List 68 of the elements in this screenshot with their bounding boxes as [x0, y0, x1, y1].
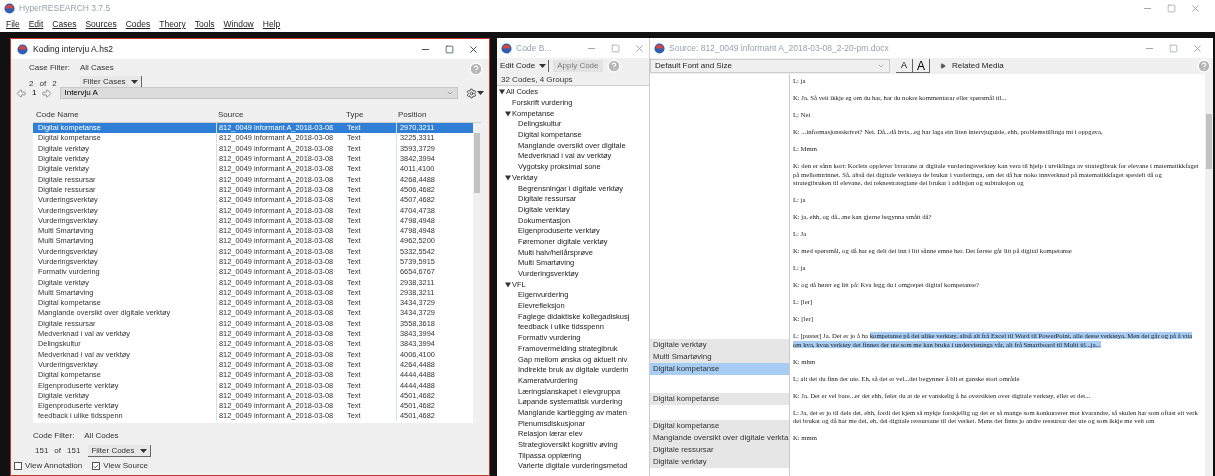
menu-item[interactable]: Help — [262, 17, 281, 31]
larger-font-button[interactable]: A — [912, 59, 931, 73]
app-logo-icon — [4, 2, 15, 14]
chevron-down-icon — [446, 89, 454, 97]
app-logo-icon — [17, 43, 28, 55]
caret-icon — [130, 79, 138, 84]
maximize-icon[interactable] — [1167, 3, 1176, 13]
menu-item[interactable]: Cases — [52, 17, 77, 31]
font-size-select[interactable]: Default Font and Size — [650, 59, 890, 73]
column-header[interactable]: Code Name — [33, 108, 216, 121]
edit-code-button[interactable]: Edit Code — [498, 60, 550, 72]
column-header[interactable]: Type — [344, 108, 396, 121]
checkbox[interactable] — [92, 462, 101, 470]
checkbox-label: View Source — [103, 460, 148, 472]
filter-cases-button[interactable]: Filter Cases — [79, 76, 142, 88]
close-icon[interactable] — [468, 43, 479, 55]
menu-item[interactable]: Window — [223, 17, 254, 31]
code-filter-label: Code Filter: — [33, 430, 75, 442]
menu-item[interactable]: Sources — [85, 17, 117, 31]
code-filter-value: All Codes — [84, 430, 119, 442]
checkbox[interactable] — [14, 462, 22, 470]
case-filter-value: All Cases — [79, 62, 115, 74]
app-logo-icon — [501, 42, 512, 54]
code-count: 151 — [35, 445, 49, 457]
maximize-icon[interactable] — [1169, 43, 1178, 53]
expand-triangle-icon[interactable] — [505, 174, 511, 181]
column-header[interactable]: Source — [216, 108, 344, 121]
window-title: Code B... — [516, 41, 552, 55]
menu-item[interactable]: Tools — [194, 17, 215, 31]
menu-item[interactable]: File — [6, 17, 20, 31]
menu-item[interactable]: Codes — [125, 17, 151, 31]
smaller-font-button[interactable]: A — [896, 59, 912, 73]
case-count: 2 — [29, 78, 34, 90]
code-summary: 32 Codes, 4 Groups — [501, 73, 573, 86]
scrollbar[interactable] — [1205, 74, 1213, 476]
app-logo-icon — [654, 42, 665, 54]
caret-icon — [539, 64, 547, 68]
expand-triangle-icon[interactable] — [505, 281, 511, 288]
case-of-label: of — [39, 78, 47, 90]
case-total: 2 — [52, 78, 57, 90]
maximize-icon[interactable] — [445, 44, 454, 54]
help-icon[interactable] — [1197, 59, 1211, 73]
filter-codes-button[interactable]: Filter Codes — [88, 445, 151, 457]
menu-item[interactable]: Edit — [28, 17, 44, 31]
menu-item[interactable]: Theory — [159, 17, 186, 31]
help-icon[interactable] — [606, 59, 621, 73]
settings-icon[interactable] — [466, 87, 477, 99]
maximize-icon[interactable] — [611, 43, 620, 53]
previous-case-icon[interactable] — [16, 87, 27, 99]
related-media-label[interactable]: Related Media — [952, 60, 1004, 72]
expand-triangle-icon[interactable] — [499, 89, 505, 96]
chevron-down-icon — [877, 62, 885, 70]
caret-icon — [477, 91, 484, 95]
column-header[interactable]: Position — [396, 108, 466, 121]
code-of-label: of — [54, 445, 62, 457]
code-total: 151 — [67, 445, 81, 457]
play-icon[interactable] — [940, 63, 947, 69]
case-number: 1 — [32, 87, 37, 99]
window-title: Source: 812_0049 informant A_2018-03-08_2-20-pm.docx — [669, 41, 889, 55]
expand-triangle-icon[interactable] — [505, 110, 511, 117]
case-filter-label: Case Filter: — [29, 62, 70, 74]
app-title: HyperRESEARCH 3.7.5 — [19, 1, 111, 15]
caret-icon — [139, 448, 147, 453]
case-select[interactable]: Intervju A — [60, 87, 458, 99]
next-case-icon[interactable] — [41, 87, 53, 99]
help-icon[interactable] — [469, 62, 483, 76]
checkbox-label: View Annotation — [25, 460, 83, 472]
window-title: Koding intervju A.hs2 — [33, 42, 113, 56]
